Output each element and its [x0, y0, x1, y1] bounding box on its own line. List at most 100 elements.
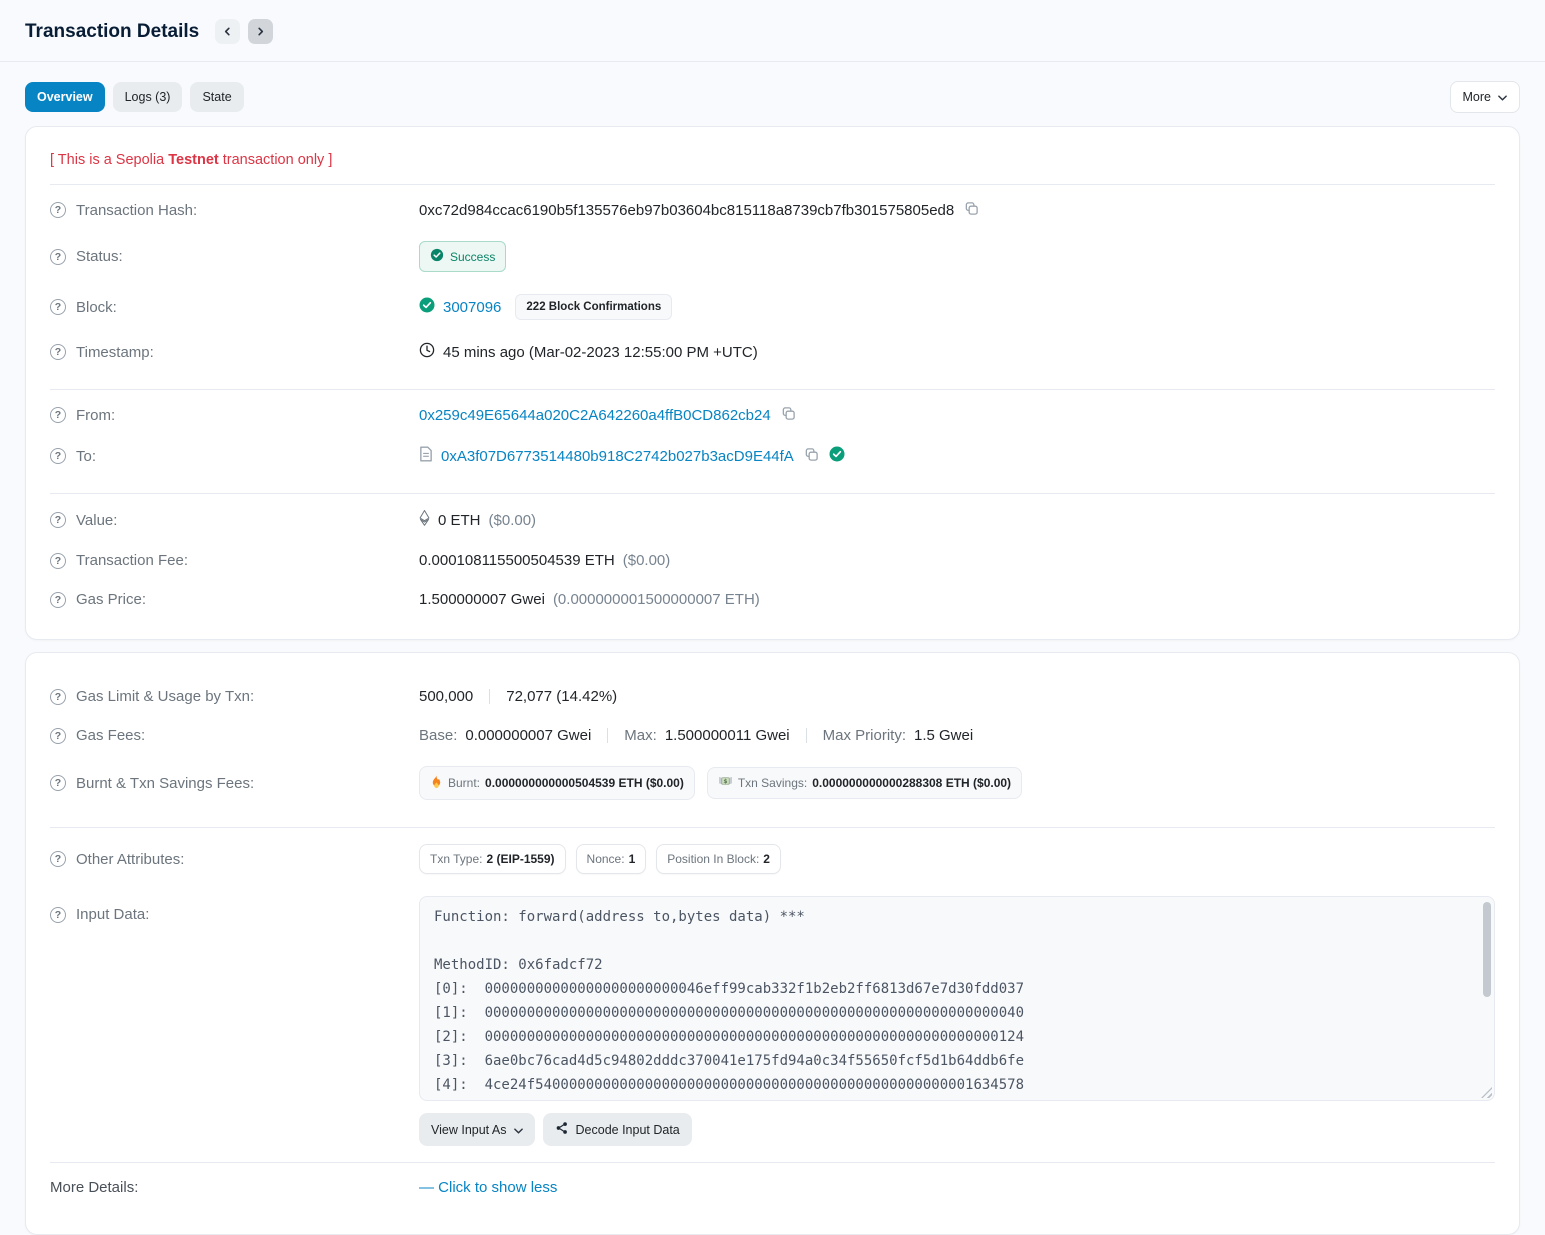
- help-icon[interactable]: [50, 775, 66, 791]
- help-icon[interactable]: [50, 344, 66, 360]
- svg-text:$: $: [723, 778, 727, 785]
- value-amount: 0 ETH: [438, 512, 481, 529]
- gas-limit-label: Gas Limit & Usage by Txn:: [76, 688, 254, 705]
- base-fee-label: Base:: [419, 727, 457, 744]
- transaction-fee-label: Transaction Fee:: [76, 552, 188, 569]
- divider: [50, 827, 1495, 828]
- copy-icon: [804, 447, 819, 465]
- eth-icon: [419, 510, 430, 530]
- row-gas-limit: Gas Limit & Usage by Txn: 500,000 72,077…: [50, 673, 1495, 716]
- help-icon[interactable]: [50, 592, 66, 608]
- to-address-link[interactable]: 0xA3f07D6773514480b918C2742b027b3acD9E44…: [441, 448, 794, 465]
- max-fee-label: Max:: [624, 727, 657, 744]
- next-transaction-button[interactable]: [248, 19, 273, 44]
- copy-to-address-button[interactable]: [802, 447, 821, 465]
- divider: [50, 493, 1495, 494]
- testnet-notice-pre: [ This is a Sepolia: [50, 152, 168, 168]
- row-from: From: 0x259c49E65644a020C2A642260a4ffB0C…: [50, 395, 1495, 435]
- other-attributes-label: Other Attributes:: [76, 851, 184, 868]
- row-to: To: 0xA3f07D6773514480b918C2742b027b3acD…: [50, 435, 1495, 477]
- flame-icon: [430, 774, 443, 792]
- block-label: Block:: [76, 299, 117, 316]
- nonce-badge: Nonce: 1: [576, 844, 647, 874]
- value-usd: ($0.00): [489, 512, 537, 529]
- help-icon[interactable]: [50, 407, 66, 423]
- burnt-savings-label: Burnt & Txn Savings Fees:: [76, 775, 254, 792]
- help-icon[interactable]: [50, 202, 66, 218]
- help-icon[interactable]: [50, 249, 66, 265]
- row-more-details: More Details: — Click to show less: [50, 1168, 1495, 1214]
- help-icon[interactable]: [50, 689, 66, 705]
- gas-price-amount: 1.500000007 Gwei: [419, 591, 545, 608]
- input-scrollbar-thumb[interactable]: [1483, 902, 1491, 997]
- money-wings-icon: $: [718, 775, 733, 791]
- contract-file-icon: [419, 446, 433, 466]
- from-address-link[interactable]: 0x259c49E65644a020C2A642260a4ffB0CD862cb…: [419, 407, 771, 424]
- nonce-value: 1: [629, 852, 636, 866]
- transaction-hash-label: Transaction Hash:: [76, 202, 197, 219]
- help-icon[interactable]: [50, 299, 66, 315]
- txn-savings-badge: $ Txn Savings: 0.000000000000288308 ETH …: [707, 767, 1022, 799]
- help-icon[interactable]: [50, 728, 66, 744]
- check-circle-icon: [430, 248, 444, 265]
- decode-icon: [555, 1121, 569, 1138]
- row-timestamp: Timestamp: 45 mins ago (Mar-02-2023 12:5…: [50, 331, 1495, 373]
- prev-transaction-button[interactable]: [215, 19, 240, 44]
- base-fee-value: 0.000000007 Gwei: [465, 727, 591, 744]
- txn-type-value: 2 (EIP-1559): [486, 852, 554, 866]
- row-value: Value: 0 ETH ($0.00): [50, 499, 1495, 541]
- chevron-down-icon: [514, 1123, 523, 1137]
- row-transaction-hash: Transaction Hash: 0xc72d984ccac6190b5f13…: [50, 190, 1495, 230]
- help-icon[interactable]: [50, 851, 66, 867]
- burnt-fee-badge: Burnt: 0.000000000000504539 ETH ($0.00): [419, 766, 695, 800]
- more-dropdown-button[interactable]: More: [1450, 81, 1520, 113]
- burnt-value: 0.000000000000504539 ETH ($0.00): [485, 776, 684, 790]
- row-gas-price: Gas Price: 1.500000007 Gwei (0.000000001…: [50, 580, 1495, 619]
- transaction-fee-usd: ($0.00): [623, 552, 671, 569]
- help-icon[interactable]: [50, 907, 66, 923]
- verified-check-circle-icon: [829, 446, 845, 466]
- separator: [489, 689, 490, 704]
- gas-price-eth: (0.000000001500000007 ETH): [553, 591, 760, 608]
- overview-card: [ This is a Sepolia Testnet transaction …: [25, 126, 1520, 640]
- copy-icon: [964, 201, 979, 219]
- view-input-as-label: View Input As: [431, 1123, 507, 1137]
- position-in-block-value: 2: [763, 852, 770, 866]
- chevron-down-icon: [1498, 90, 1507, 104]
- max-priority-fee-value: 1.5 Gwei: [914, 727, 973, 744]
- row-gas-fees: Gas Fees: Base: 0.000000007 Gwei Max: 1.…: [50, 716, 1495, 755]
- timestamp-value: 45 mins ago (Mar-02-2023 12:55:00 PM +UT…: [443, 344, 758, 361]
- block-number-link[interactable]: 3007096: [443, 299, 501, 316]
- burnt-label: Burnt:: [448, 776, 480, 790]
- help-icon[interactable]: [50, 448, 66, 464]
- txn-savings-label: Txn Savings:: [738, 776, 807, 790]
- tab-overview[interactable]: Overview: [25, 82, 105, 112]
- value-label: Value:: [76, 512, 117, 529]
- tab-logs[interactable]: Logs (3): [113, 82, 183, 112]
- block-confirmations-badge: 222 Block Confirmations: [515, 294, 672, 320]
- copy-hash-button[interactable]: [962, 201, 981, 219]
- transaction-fee-amount: 0.000108115500504539 ETH: [419, 552, 615, 569]
- more-details-label: More Details:: [50, 1179, 138, 1196]
- chevron-right-icon: [256, 27, 265, 36]
- to-label: To:: [76, 448, 96, 465]
- check-circle-icon: [419, 297, 435, 317]
- gas-fees-label: Gas Fees:: [76, 727, 145, 744]
- help-icon[interactable]: [50, 512, 66, 528]
- decode-input-data-button[interactable]: Decode Input Data: [543, 1113, 692, 1146]
- tab-state[interactable]: State: [190, 82, 243, 112]
- chevron-left-icon: [223, 27, 232, 36]
- testnet-notice: [ This is a Sepolia Testnet transaction …: [50, 152, 1495, 168]
- show-less-link[interactable]: — Click to show less: [419, 1179, 557, 1196]
- help-icon[interactable]: [50, 553, 66, 569]
- more-dropdown-label: More: [1463, 90, 1491, 104]
- view-input-as-button[interactable]: View Input As: [419, 1113, 535, 1146]
- copy-from-address-button[interactable]: [779, 406, 798, 424]
- row-other-attributes: Other Attributes: Txn Type: 2 (EIP-1559)…: [50, 833, 1495, 885]
- txn-savings-value: 0.000000000000288308 ETH ($0.00): [812, 776, 1011, 790]
- input-data-actions: View Input As Decode Input Data: [419, 1113, 1495, 1146]
- input-data-textarea[interactable]: Function: forward(address to,bytes data)…: [419, 896, 1495, 1101]
- divider: [50, 389, 1495, 390]
- gas-usage-value: 72,077 (14.42%): [506, 688, 617, 705]
- from-label: From:: [76, 407, 115, 424]
